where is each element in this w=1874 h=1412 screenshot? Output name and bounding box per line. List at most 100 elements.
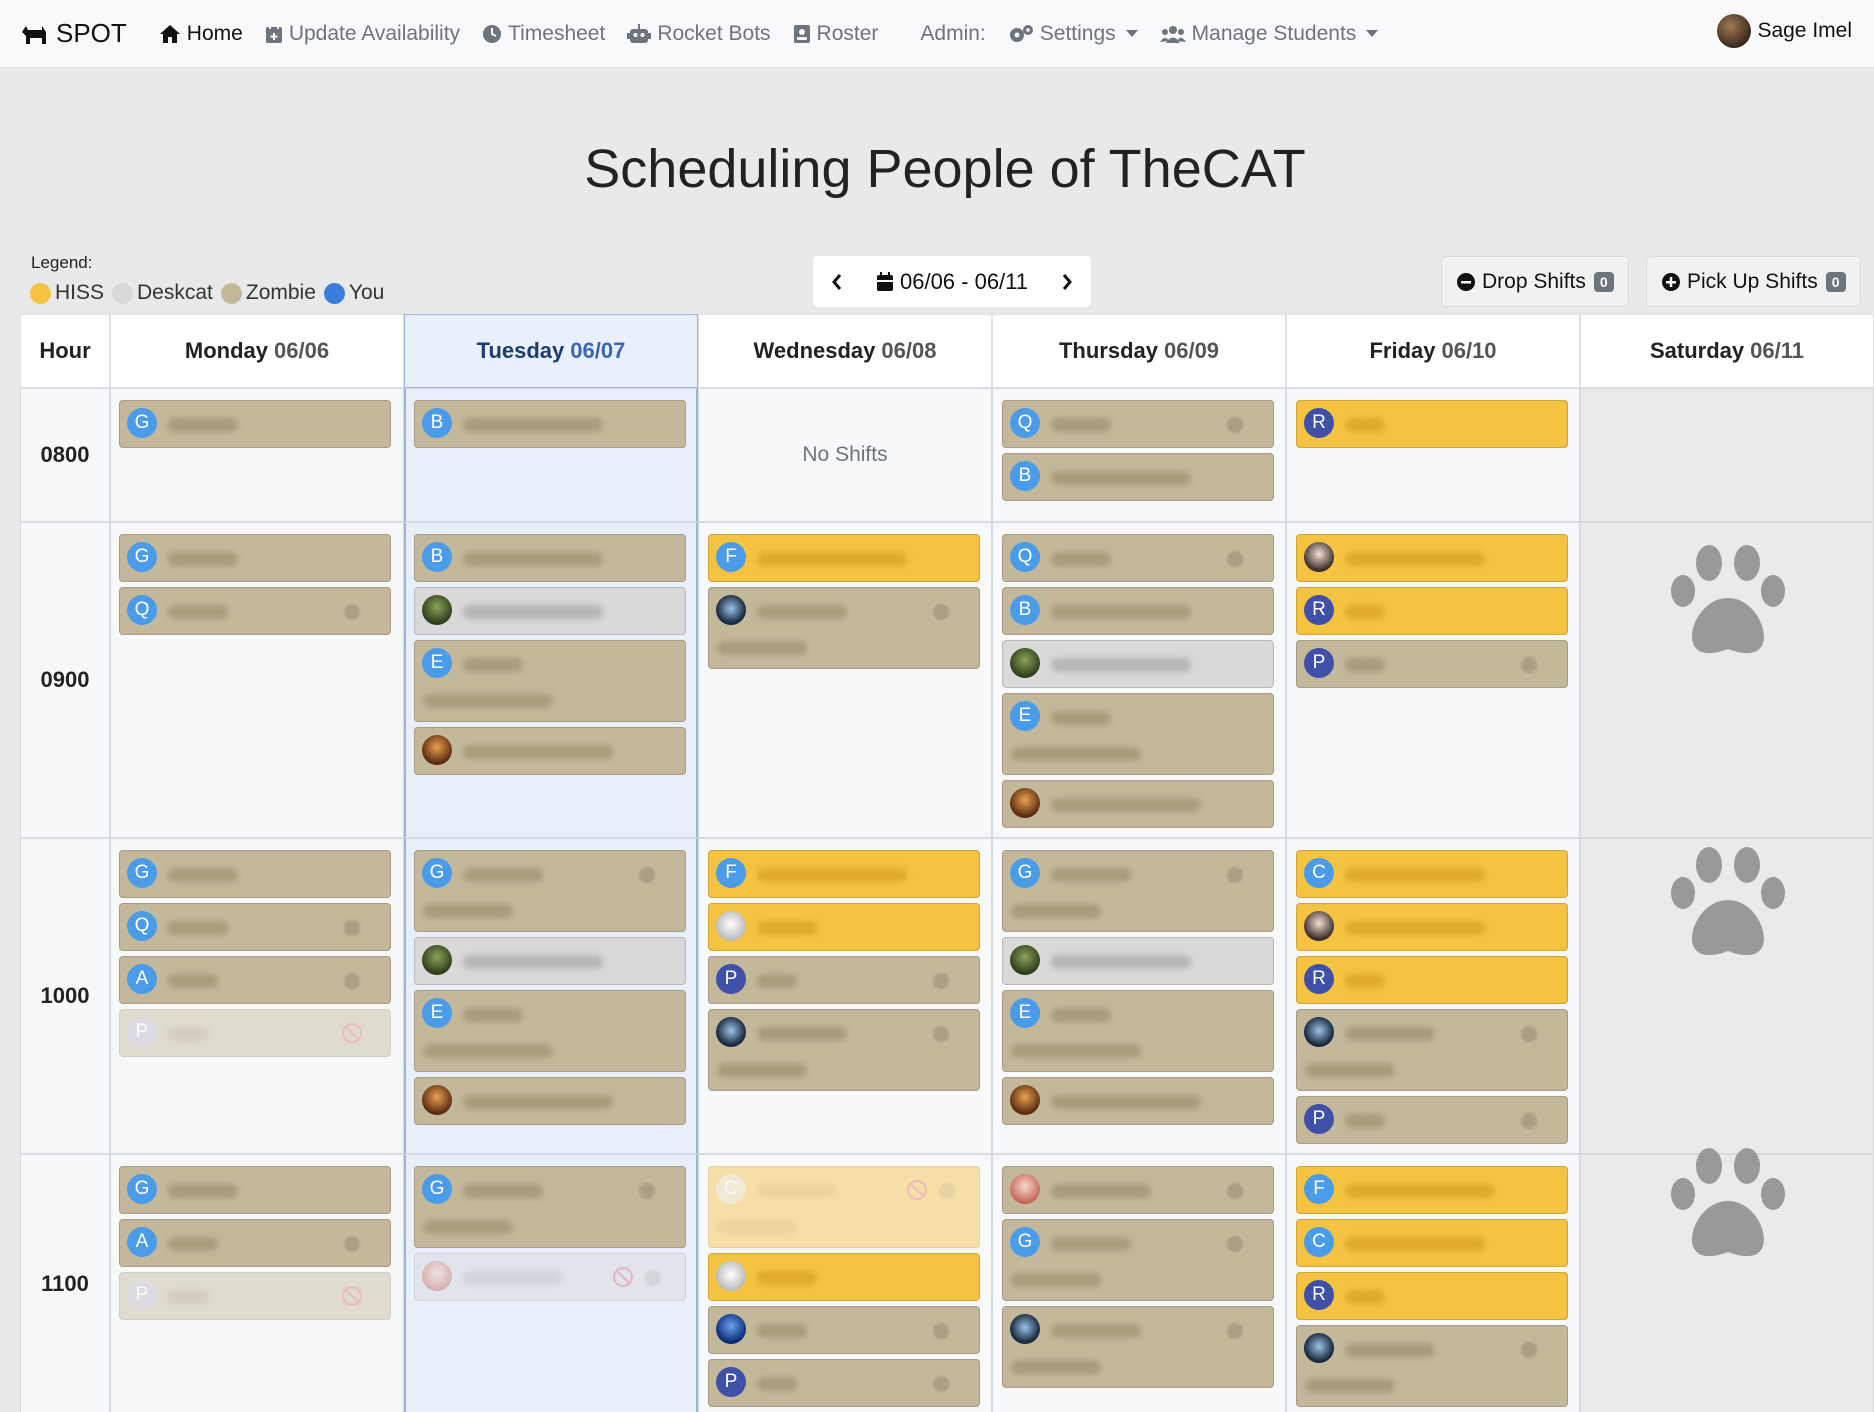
brand-link[interactable]: SPOT — [20, 18, 127, 49]
shift-card[interactable]: P — [119, 1272, 391, 1320]
shift-card[interactable]: P — [1296, 640, 1568, 688]
shift-card[interactable] — [1296, 1009, 1568, 1091]
shift-card[interactable]: F — [708, 534, 980, 582]
shift-card[interactable]: B — [1002, 453, 1274, 501]
shift-card[interactable] — [1002, 1166, 1274, 1214]
pin-icon[interactable] — [639, 867, 655, 883]
pin-icon[interactable] — [1227, 1236, 1243, 1252]
nav-settings-dropdown[interactable]: Settings — [1008, 22, 1138, 46]
pin-icon[interactable] — [1521, 1026, 1537, 1042]
pin-icon[interactable] — [344, 973, 360, 989]
shift-card[interactable]: Q — [119, 903, 391, 951]
user-menu[interactable]: Sage Imel — [1717, 14, 1852, 48]
shift-card[interactable]: P — [1296, 1096, 1568, 1144]
avatar: G — [127, 858, 157, 888]
shift-card[interactable]: A — [119, 956, 391, 1004]
pin-icon[interactable] — [939, 1183, 955, 1199]
shift-card[interactable]: A — [119, 1219, 391, 1267]
shift-card[interactable] — [1296, 534, 1568, 582]
pin-icon[interactable] — [1521, 1342, 1537, 1358]
shift-card[interactable]: R — [1296, 956, 1568, 1004]
pin-icon[interactable] — [933, 1323, 949, 1339]
pin-icon[interactable] — [344, 920, 360, 936]
shift-card[interactable] — [1002, 1077, 1274, 1125]
shift-card[interactable]: R — [1296, 1272, 1568, 1320]
shift-card[interactable] — [708, 1253, 980, 1301]
shift-card[interactable]: P — [708, 1359, 980, 1407]
nav-rocket-bots[interactable]: Rocket Bots — [627, 22, 771, 46]
shift-card[interactable]: E — [1002, 990, 1274, 1072]
shift-card[interactable]: F — [708, 850, 980, 898]
drop-shifts-button[interactable]: Drop Shifts 0 — [1441, 256, 1629, 307]
shift-card[interactable] — [414, 1077, 686, 1125]
pick-up-shifts-button[interactable]: Pick Up Shifts 0 — [1646, 256, 1861, 307]
nav-manage-students-dropdown[interactable]: Manage Students — [1159, 22, 1379, 46]
blurred-name — [1011, 1360, 1101, 1374]
shift-card[interactable]: C — [1296, 850, 1568, 898]
shift-card[interactable]: E — [1002, 693, 1274, 775]
pin-icon[interactable] — [1521, 657, 1537, 673]
shift-card[interactable]: G — [119, 1166, 391, 1214]
shift-card[interactable]: G — [414, 1166, 686, 1248]
week-range-picker[interactable]: 06/06 - 06/11 — [876, 269, 1028, 295]
nav-roster[interactable]: Roster — [793, 22, 878, 46]
pin-icon[interactable] — [933, 1376, 949, 1392]
shift-card[interactable] — [708, 903, 980, 951]
pin-icon[interactable] — [639, 1183, 655, 1199]
shift-card[interactable]: B — [1002, 587, 1274, 635]
pin-icon[interactable] — [1227, 867, 1243, 883]
shift-card[interactable]: P — [708, 956, 980, 1004]
shift-card[interactable] — [708, 1009, 980, 1091]
shift-card[interactable]: R — [1296, 587, 1568, 635]
nav-update-availability[interactable]: Update Availability — [265, 22, 460, 46]
shift-card[interactable]: Q — [1002, 534, 1274, 582]
chevron-left-icon[interactable] — [831, 273, 843, 291]
shift-card[interactable]: P — [119, 1009, 391, 1057]
shift-card[interactable]: E — [414, 990, 686, 1072]
shift-card[interactable] — [1002, 640, 1274, 688]
pin-icon[interactable] — [933, 973, 949, 989]
pin-icon[interactable] — [344, 1236, 360, 1252]
shift-card[interactable]: G — [414, 850, 686, 932]
shift-card[interactable] — [414, 1253, 686, 1301]
shift-card[interactable]: B — [414, 534, 686, 582]
shift-card[interactable]: Q — [1002, 400, 1274, 448]
shift-card[interactable]: G — [119, 400, 391, 448]
shift-card[interactable]: C — [1296, 1219, 1568, 1267]
pin-icon[interactable] — [1227, 551, 1243, 567]
pin-icon[interactable] — [1227, 1323, 1243, 1339]
shift-card[interactable] — [414, 587, 686, 635]
nav-timesheet[interactable]: Timesheet — [482, 22, 605, 46]
pin-icon[interactable] — [1521, 1113, 1537, 1129]
pin-icon[interactable] — [645, 1270, 661, 1286]
chevron-right-icon[interactable] — [1061, 273, 1073, 291]
shift-card[interactable]: G — [119, 850, 391, 898]
blurred-name — [1345, 658, 1385, 672]
avatar — [422, 945, 452, 975]
pin-icon[interactable] — [933, 1026, 949, 1042]
shift-card[interactable] — [414, 937, 686, 985]
shift-card[interactable]: R — [1296, 400, 1568, 448]
pin-icon[interactable] — [1227, 1183, 1243, 1199]
shift-card[interactable]: E — [414, 640, 686, 722]
shift-card[interactable]: C — [708, 1166, 980, 1248]
pin-icon[interactable] — [1227, 417, 1243, 433]
pin-icon[interactable] — [344, 604, 360, 620]
blurred-name — [1345, 1114, 1385, 1128]
shift-card[interactable]: G — [119, 534, 391, 582]
shift-card[interactable] — [1002, 1306, 1274, 1388]
shift-card[interactable]: G — [1002, 1219, 1274, 1301]
shift-card[interactable] — [1296, 1325, 1568, 1407]
shift-card[interactable] — [708, 1306, 980, 1354]
shift-card[interactable]: F — [1296, 1166, 1568, 1214]
pin-icon[interactable] — [933, 604, 949, 620]
shift-card[interactable] — [708, 587, 980, 669]
shift-card[interactable]: G — [1002, 850, 1274, 932]
shift-card[interactable] — [414, 727, 686, 775]
shift-card[interactable]: Q — [119, 587, 391, 635]
shift-card[interactable] — [1002, 937, 1274, 985]
shift-card[interactable] — [1002, 780, 1274, 828]
nav-home[interactable]: Home — [159, 22, 243, 46]
shift-card[interactable]: B — [414, 400, 686, 448]
shift-card[interactable] — [1296, 903, 1568, 951]
